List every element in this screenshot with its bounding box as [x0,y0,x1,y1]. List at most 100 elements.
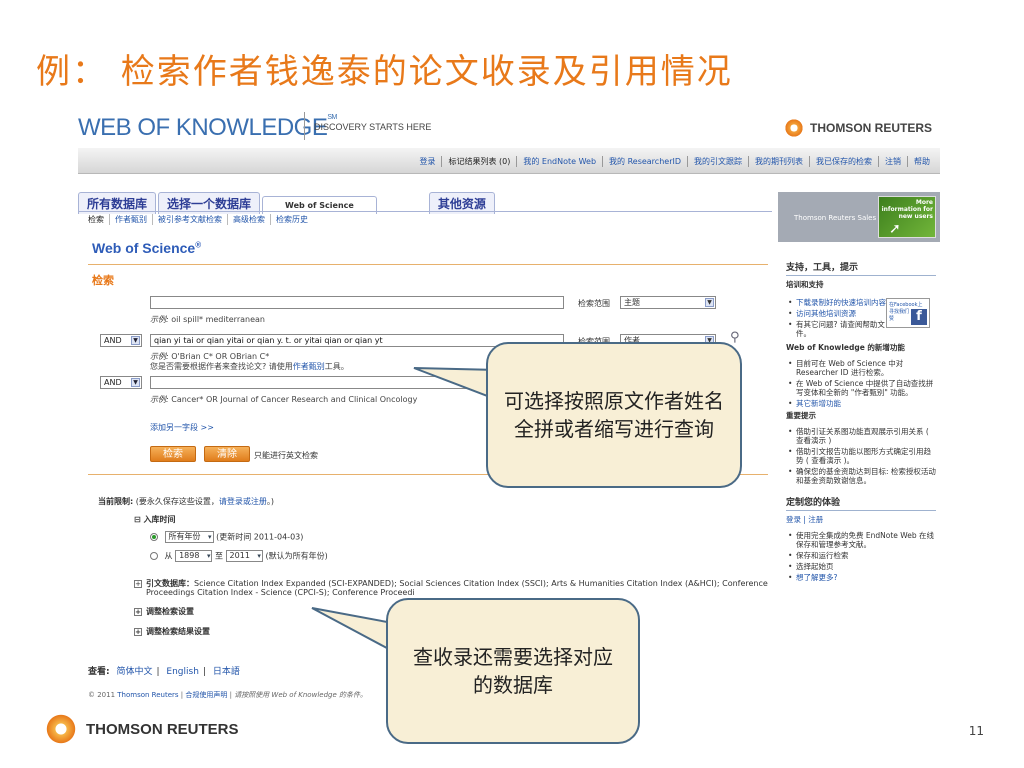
lang-japanese[interactable]: 日本語 [213,667,240,677]
support-item-help[interactable]: 有其它问题? 请查阅帮助文件。 [786,320,886,338]
new-users-banner[interactable]: More information for new users ➚ [878,196,936,238]
subtab-author-finder[interactable]: 作者甄别 [110,214,153,225]
expand-icon: + [134,627,142,636]
example-text-3: Cancer* OR Journal of Cancer Research an… [171,395,418,404]
copyright: © 2011 [88,691,116,699]
scope-label-1: 检索范围 [578,299,610,308]
example-prefix-2: 示例: [150,352,169,361]
facebook-widget[interactable]: 在Facebook上寻找我们赞 f [886,298,930,328]
nav-help[interactable]: 帮助 [908,156,936,167]
radio-year-range[interactable] [150,552,158,560]
example-text-1: oil spill* mediterranean [171,315,265,324]
divider [786,510,936,511]
bool-value-2: AND [104,336,122,345]
custom-item-start-page: 选择起始页 [786,562,936,571]
support-item-training[interactable]: 访问其他培训资源 [786,309,886,318]
thomson-sun-icon [783,118,804,138]
default-note: (默认为所有年份) [265,551,328,561]
nav-saved-searches[interactable]: 我已保存的检索 [810,156,879,167]
nav-endnote[interactable]: 我的 EndNote Web [517,156,604,167]
search-magnifier-icon[interactable]: ⚲ [730,330,740,345]
thomson-sun-icon [44,712,78,746]
wos-title: Web of Science® [92,240,201,256]
to-year-select[interactable]: 2011 [225,550,263,562]
scope-value-1: 主题 [624,298,640,307]
tip-citation-report: 借助引文报告功能以图形方式确定引用趋势 ( 查看演示 )。 [786,447,936,465]
adjust-search-settings[interactable]: + 调整检索设置 [134,606,194,617]
wos-registered-mark: ® [195,240,202,250]
navbar-links: 登录 标记结果列表 (0) 我的 EndNote Web 我的 Research… [413,156,936,167]
search-example-3: 示例: Cancer* OR Journal of Cancer Researc… [150,394,417,405]
lang-english[interactable]: English [166,667,199,677]
slide-title: 例： 检索作者钱逸泰的论文收录及引用情况 [36,52,733,92]
subtab-advanced[interactable]: 高级检索 [228,214,271,225]
subtab-history[interactable]: 检索历史 [271,214,313,225]
adjust-results-settings[interactable]: + 调整检索结果设置 [134,626,210,637]
nav-logout[interactable]: 注销 [879,156,908,167]
training-title: 培训和支持 [786,280,824,289]
add-field-link[interactable]: 添加另一字段 >> [150,422,214,433]
citation-db-line-2: Proceedings Citation Index - Science (CP… [146,588,415,597]
customize-title: 定制您的体验 [786,498,841,508]
terms-link[interactable]: 合规使用声明 [185,691,227,699]
support-item-download[interactable]: 下载录制好的快速培训内容 [786,298,886,307]
sales-promo[interactable]: Thomson Reuters Sales More information f… [778,192,940,242]
footer-note: 请按照使用 Web of Knowledge 的条件。 [234,691,367,699]
expand-icon[interactable]: + [134,579,142,588]
scope-select-1[interactable]: 主题 ▼ [620,296,716,309]
callout-top: 可选择按照原文作者姓名全拼或者缩写进行查询 [486,342,742,488]
divider [88,264,768,265]
bool-select-3[interactable]: AND ▼ [100,376,142,389]
thomson-reuters-footer-logo: THOMSON REUTERS [44,712,239,746]
limits-label: 当前限制: [98,497,134,506]
login-register-link[interactable]: 请登录或注册 [219,497,267,506]
customize-login-links[interactable]: 登录 | 注册 [786,514,936,525]
custom-item-saved-search: 保存和运行检索 [786,551,936,560]
fb-like: 赞 [889,316,895,322]
search-subtabs: 检索 作者甄别 被引参考文献检索 高级检索 检索历史 [88,214,313,225]
subtab-cited-ref[interactable]: 被引参考文献检索 [153,214,228,225]
nav-researcherid[interactable]: 我的 ResearcherID [603,156,688,167]
current-limits: 当前限制: (要永久保存这些设置，请登录或注册。) [98,496,274,507]
search-field-1[interactable] [150,296,564,309]
nav-citation-alerts[interactable]: 我的引文跟踪 [688,156,749,167]
author-finder-link[interactable]: 作者甄别 [293,362,325,371]
new-item-more[interactable]: 其它新增功能 [786,399,936,408]
search-heading: 检索 [92,274,114,287]
example-prefix-1: 示例: [150,315,169,324]
tagline: DISCOVERY STARTS HERE [314,122,432,132]
collapse-icon: ⊟ [134,515,144,524]
promo-green-text: More information for new users [881,199,933,220]
new-item-researcherid: 目前可在 Web of Science 中对 Researcher ID 进行检… [786,359,936,377]
nav-marked-list[interactable]: 标记结果列表 (0) [442,156,518,167]
tip-funding: 确保您的基金资助达到目标: 检索授权活动和基金资助致谢信息。 [786,467,936,485]
wok-logo[interactable]: WEB OF KNOWLEDGESM [78,114,337,142]
limits-hint-suffix: 。) [266,497,274,506]
updated-note: (更新时间 2011-04-03) [216,532,304,542]
search-button[interactable]: 检索 [150,446,196,462]
promo-text: Thomson Reuters Sales [794,214,877,222]
language-bar: 查看: 简体中文 | English | 日本語 [88,667,240,677]
timespan-header[interactable]: ⊟ 入库时间 [134,514,176,525]
english-only-note: 只能进行英文检索 [254,451,318,460]
top-navbar: 登录 标记结果列表 (0) 我的 EndNote Web 我的 Research… [78,148,940,174]
bool-select-2[interactable]: AND ▼ [100,334,142,347]
copyright-link[interactable]: Thomson Reuters [117,691,178,699]
from-label: 从 [164,551,173,561]
from-year-select[interactable]: 1898 [175,550,213,562]
nav-login[interactable]: 登录 [413,156,443,167]
radio-all-years[interactable] [150,533,158,541]
all-years-row: 所有年份 (更新时间 2011-04-03) [150,531,303,543]
lang-chinese[interactable]: 简体中文 [116,667,152,677]
all-years-select[interactable]: 所有年份 [164,531,214,543]
support-section: 支持，工具，提示 培训和支持 下载录制好的快速培训内容 访问其他培训资源 有其它… [786,260,936,584]
clear-button[interactable]: 清除 [204,446,250,462]
chevron-down-icon: ▼ [705,298,714,307]
page-number: 11 [968,724,984,738]
subtab-search[interactable]: 检索 [88,214,110,225]
nav-journal-list[interactable]: 我的期刊列表 [749,156,810,167]
example-prefix-3: 示例: [150,395,169,404]
expand-icon: + [134,607,142,616]
thomson-reuters-logo[interactable]: THOMSON REUTERS [783,118,932,138]
custom-item-learn-more[interactable]: 想了解更多? [786,573,936,582]
